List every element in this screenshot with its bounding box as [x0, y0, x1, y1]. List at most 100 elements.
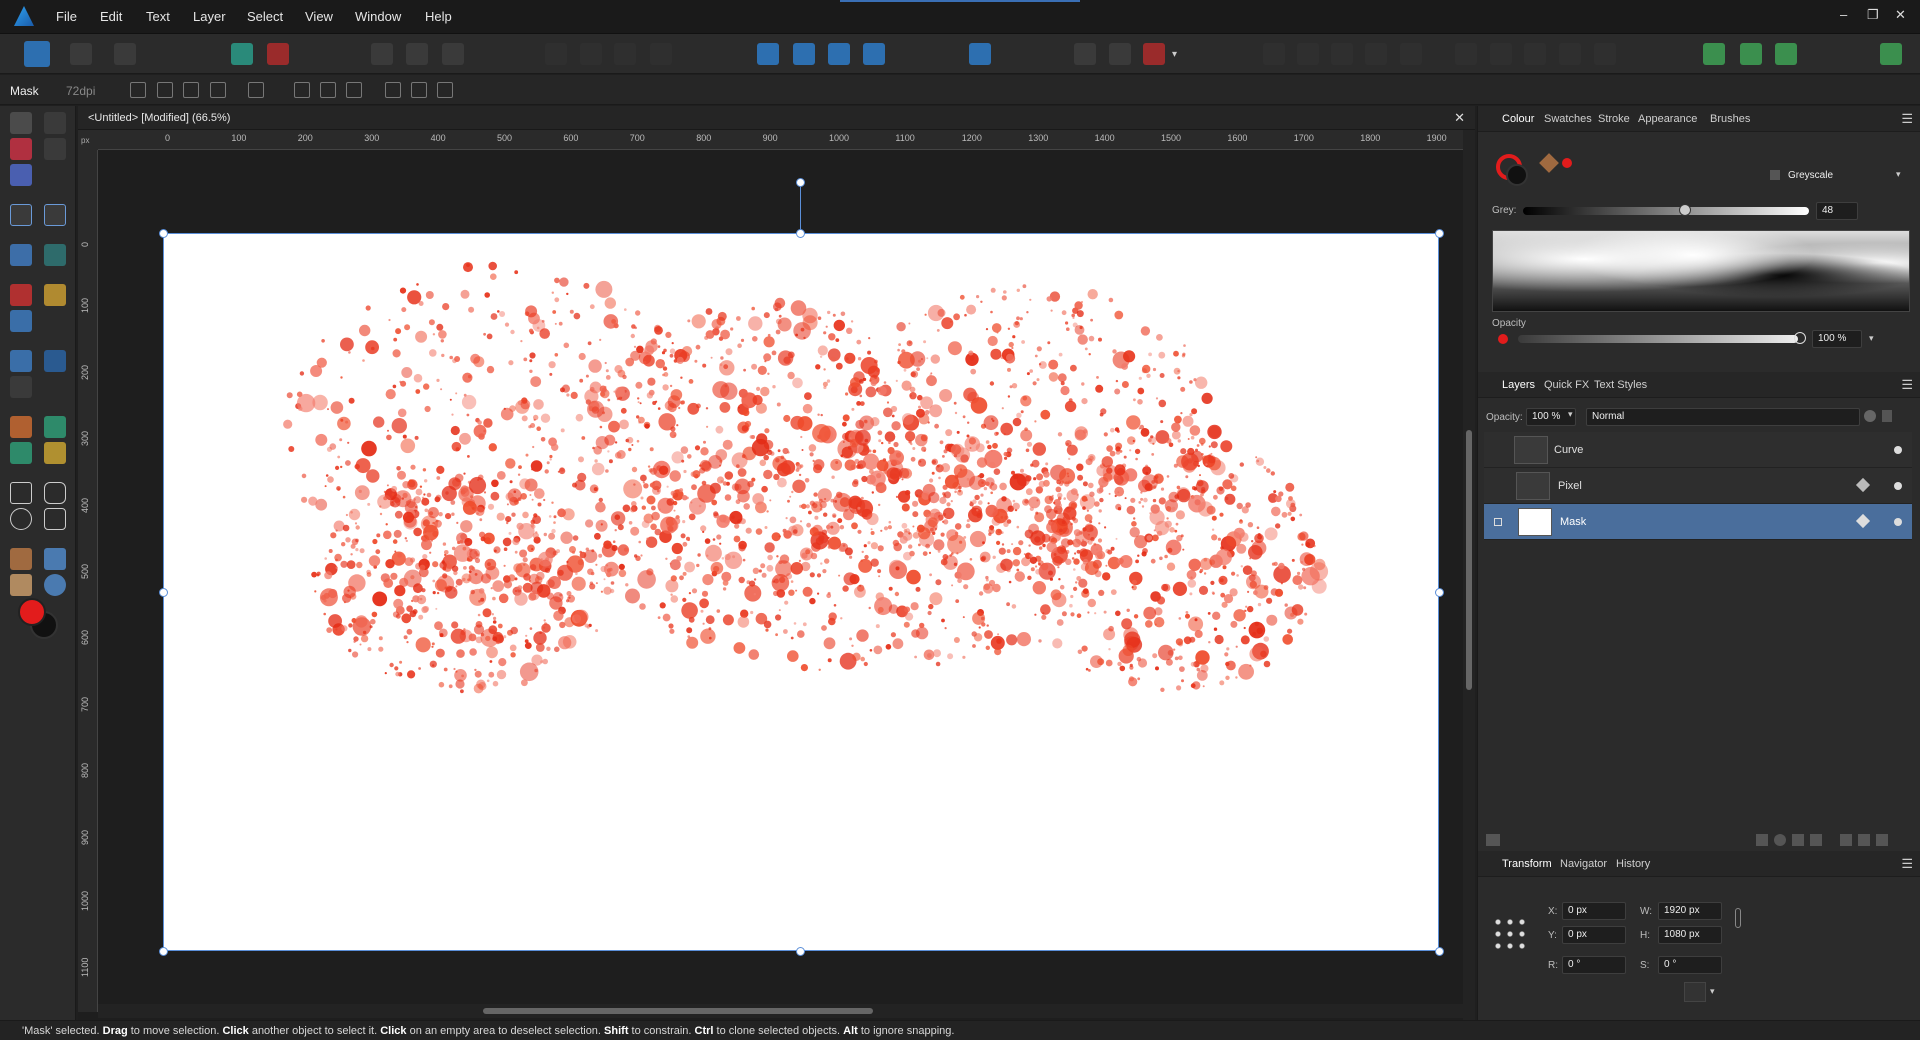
tab-brushes[interactable]: Brushes — [1710, 113, 1750, 125]
menu-edit[interactable]: Edit — [100, 9, 122, 24]
opacity-slider[interactable] — [1518, 335, 1798, 343]
measure-tool-icon[interactable] — [44, 442, 66, 464]
snapping-gear-icon[interactable] — [267, 43, 289, 65]
tab-quick-fx[interactable]: Quick FX — [1544, 379, 1589, 391]
rotation-field[interactable]: 0 ° — [1562, 956, 1626, 974]
tab-navigator[interactable]: Navigator — [1560, 858, 1607, 870]
delete-layer-icon[interactable] — [1876, 834, 1888, 846]
magnet-snapping-icon[interactable] — [1143, 43, 1165, 65]
layers-panel-menu-icon[interactable]: ☰ — [1901, 377, 1913, 393]
tab-appearance[interactable]: Appearance — [1638, 113, 1697, 125]
visibility-dot-icon[interactable] — [1894, 446, 1902, 454]
tab-transform[interactable]: Transform — [1502, 858, 1552, 870]
handle-bottom-right[interactable] — [1435, 947, 1444, 956]
vertical-scrollbar[interactable] — [1463, 130, 1475, 1020]
grey-value-field[interactable]: 48 — [1816, 202, 1858, 220]
close-app-button[interactable]: ✕ — [1895, 7, 1906, 23]
add-adjustment-icon[interactable] — [1774, 834, 1786, 846]
visibility-dot-icon[interactable] — [1894, 518, 1902, 526]
layer-lock-icon[interactable] — [1882, 410, 1892, 422]
arrange-back-icon[interactable] — [545, 43, 567, 65]
menu-file[interactable]: File — [56, 9, 77, 24]
colour-opacity-chevron-icon[interactable]: ▾ — [1866, 330, 1880, 348]
move-tool-icon[interactable] — [10, 112, 32, 134]
menu-window[interactable]: Window — [355, 9, 401, 24]
handle-bottom-left[interactable] — [159, 947, 168, 956]
snapping-toggle-icon[interactable] — [1109, 43, 1131, 65]
align-center-icon[interactable] — [320, 82, 336, 98]
colour-picker-box[interactable] — [1492, 230, 1910, 312]
tab-stroke[interactable]: Stroke — [1598, 113, 1630, 125]
preferences-gear-icon[interactable] — [231, 43, 253, 65]
visibility-dot-icon[interactable] — [1894, 482, 1902, 490]
pen-tool-icon[interactable] — [10, 284, 32, 306]
transform-options-icon[interactable] — [1684, 982, 1706, 1002]
horizontal-scroll-thumb[interactable] — [483, 1008, 873, 1014]
width-field[interactable]: 1920 px — [1658, 902, 1722, 920]
boolean-divide-icon[interactable] — [1400, 43, 1422, 65]
grid-icon[interactable] — [210, 82, 226, 98]
grey-slider[interactable] — [1523, 207, 1809, 215]
node-tool-icon[interactable] — [44, 112, 66, 134]
layer-options-icon[interactable] — [1486, 834, 1500, 846]
layer-opacity-chevron-icon[interactable]: ▾ — [1568, 409, 1573, 420]
hand-tool-icon[interactable] — [10, 574, 32, 596]
export-persona-icon[interactable] — [114, 43, 136, 65]
fill-color-well[interactable] — [18, 598, 46, 626]
artistic-text-icon[interactable] — [10, 204, 32, 226]
colour-mode-select[interactable]: Greyscale — [1783, 167, 1909, 185]
tab-text-styles[interactable]: Text Styles — [1594, 379, 1647, 391]
tab-colour[interactable]: Colour — [1502, 113, 1534, 125]
align-right-icon[interactable] — [346, 82, 362, 98]
blend-mode-select[interactable]: Normal — [1586, 408, 1860, 426]
table-tool-icon[interactable] — [10, 442, 32, 464]
canvas[interactable] — [98, 150, 1463, 1012]
frame-text-icon[interactable] — [44, 204, 66, 226]
layer-settings-gear-icon[interactable] — [1864, 410, 1876, 422]
transform-panel-menu-icon[interactable]: ☰ — [1901, 856, 1913, 872]
rectangle-tool-icon[interactable] — [10, 482, 32, 504]
pixel-persona-icon[interactable] — [70, 43, 92, 65]
minimize-button[interactable]: – — [1840, 7, 1847, 22]
horizontal-ruler[interactable]: 0 100 200 300 400 500 600 700 800 900 1000 1100 1200… — [98, 130, 1463, 150]
boolean-intersect-icon[interactable] — [1331, 43, 1353, 65]
color-picker-icon[interactable] — [10, 548, 32, 570]
menu-view[interactable]: View — [305, 9, 333, 24]
shear-field[interactable]: 0 ° — [1658, 956, 1722, 974]
flip-horizontal-icon[interactable] — [757, 43, 779, 65]
opacity-slider-knob[interactable] — [1794, 332, 1806, 344]
account-user-icon[interactable] — [1880, 43, 1902, 65]
rotate-left-icon[interactable] — [828, 43, 850, 65]
colour-mode-chevron-icon[interactable]: ▾ — [1896, 169, 1901, 180]
handle-top-left[interactable] — [159, 229, 168, 238]
corner-tool-icon[interactable] — [10, 138, 32, 160]
tab-history[interactable]: History — [1616, 858, 1650, 870]
studio-icon[interactable] — [1775, 43, 1797, 65]
shape-tool-icon[interactable] — [44, 508, 66, 530]
tab-swatches[interactable]: Swatches — [1544, 113, 1592, 125]
add-live-filter-icon[interactable] — [1810, 834, 1822, 846]
x-field[interactable]: 0 px — [1562, 902, 1626, 920]
layer-row-pixel[interactable]: Pixel — [1484, 468, 1912, 504]
insert-target-icon[interactable] — [442, 43, 464, 65]
colour-picker-icon[interactable] — [1539, 153, 1559, 173]
geometry-icon-3[interactable] — [1524, 43, 1546, 65]
menu-help[interactable]: Help — [425, 9, 452, 24]
geometry-icon-5[interactable] — [1594, 43, 1616, 65]
vector-brush-icon[interactable] — [10, 310, 32, 332]
context-toolbar-icon[interactable] — [1740, 43, 1762, 65]
colour-opacity-field[interactable]: 100 % — [1812, 330, 1862, 348]
align-top-icon[interactable] — [385, 82, 401, 98]
document-tab[interactable]: <Untitled> [Modified] (66.5%) ✕ — [78, 106, 1475, 130]
mask-checkbox[interactable] — [1494, 518, 1502, 526]
bbox-icon[interactable] — [157, 82, 173, 98]
geometry-icon-1[interactable] — [1455, 43, 1477, 65]
add-layer-icon[interactable] — [1858, 834, 1870, 846]
eyedropper-icon[interactable] — [44, 548, 66, 570]
horizontal-scrollbar[interactable] — [98, 1004, 1463, 1018]
arrange-backward-icon[interactable] — [580, 43, 602, 65]
add-group-icon[interactable] — [1840, 834, 1852, 846]
zoom-tool-icon[interactable] — [44, 574, 66, 596]
add-fx-icon[interactable] — [1792, 834, 1804, 846]
contour-tool-icon[interactable] — [10, 164, 32, 186]
